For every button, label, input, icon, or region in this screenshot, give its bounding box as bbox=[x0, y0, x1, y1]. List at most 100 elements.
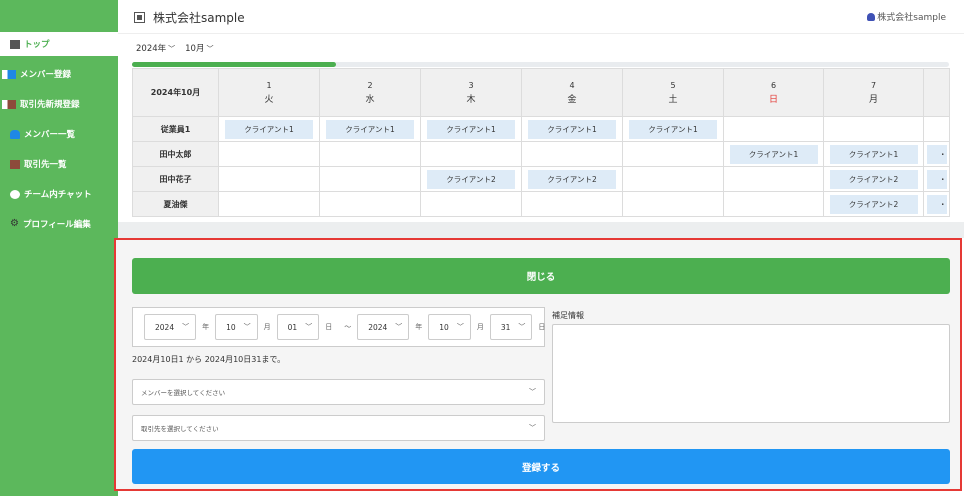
day-number: 2 bbox=[367, 80, 373, 90]
schedule-cell[interactable] bbox=[319, 191, 421, 217]
notes-textarea[interactable] bbox=[552, 324, 950, 423]
client-assignment[interactable]: クライアント1 bbox=[528, 119, 616, 139]
schedule-cell[interactable] bbox=[218, 141, 320, 167]
schedule-cell[interactable] bbox=[218, 191, 320, 217]
close-button[interactable]: 閉じる bbox=[132, 258, 950, 294]
chevron-down-icon: ﹀ bbox=[456, 323, 464, 331]
day-header: 5土 bbox=[622, 68, 724, 117]
client-assignment[interactable]: クライアント2 bbox=[427, 169, 515, 189]
client-select[interactable]: 取引先を選択してください ﹀ bbox=[132, 415, 545, 441]
to-month-select[interactable]: 10 ﹀ bbox=[428, 314, 471, 340]
sidebar-item-label: 取引先新規登録 bbox=[20, 100, 80, 110]
schedule-cell[interactable]: クライアント1 bbox=[823, 141, 924, 167]
sidebar-item-chat[interactable]: チーム内チャット bbox=[10, 182, 92, 206]
schedule-cell[interactable]: クライアント2 bbox=[521, 166, 623, 192]
client-assignment[interactable]: ・ bbox=[926, 169, 947, 189]
unit-month: 月 bbox=[476, 323, 484, 331]
users-icon bbox=[10, 129, 20, 139]
page-title: 株式会社sample bbox=[134, 9, 245, 26]
day-header: 4金 bbox=[521, 68, 623, 117]
chevron-down-icon: ﹀ bbox=[243, 323, 251, 331]
schedule-cell[interactable] bbox=[823, 116, 924, 142]
schedule-cell[interactable]: クライアント2 bbox=[823, 166, 924, 192]
sidebar-item-client-list[interactable]: 取引先一覧 bbox=[10, 152, 67, 176]
day-weekday: 火 bbox=[264, 94, 274, 105]
schedule-cell[interactable] bbox=[521, 191, 623, 217]
schedule-cell[interactable] bbox=[420, 141, 522, 167]
day-number: 4 bbox=[569, 80, 575, 90]
schedule-cell[interactable]: クライアント2 bbox=[420, 166, 522, 192]
content-band bbox=[118, 222, 964, 238]
chevron-down-icon: ﹀ bbox=[182, 323, 190, 331]
from-month-select[interactable]: 10 ﹀ bbox=[215, 314, 258, 340]
member-select-placeholder: メンバーを選択してください bbox=[141, 389, 226, 397]
sidebar-item-member-list[interactable]: メンバー一覧 bbox=[10, 122, 75, 146]
sidebar-item-client-register[interactable]: 取引先新規登録 bbox=[2, 92, 80, 116]
date-range-picker: 2024 ﹀ 年 10 ﹀ 月 01 ﹀ 日 〜 2024 ﹀ 年 10 ﹀ 月 31 ﹀ … bbox=[132, 307, 545, 347]
client-assignment[interactable]: ・ bbox=[926, 144, 947, 164]
client-assignment[interactable]: クライアント2 bbox=[528, 169, 616, 189]
header: 株式会社sample 株式会社sample bbox=[118, 0, 964, 34]
to-year-select[interactable]: 2024 ﹀ bbox=[357, 314, 410, 340]
progress-bar bbox=[132, 62, 949, 67]
client-assignment[interactable]: クライアント1 bbox=[829, 144, 918, 164]
building-icon bbox=[134, 12, 145, 23]
schedule-cell[interactable]: ・ bbox=[923, 191, 950, 217]
client-assignment[interactable]: ・ bbox=[926, 194, 947, 214]
client-assignment[interactable]: クライアント1 bbox=[326, 119, 414, 139]
schedule-cell[interactable] bbox=[723, 116, 824, 142]
schedule-cell[interactable] bbox=[622, 166, 724, 192]
submit-button[interactable]: 登録する bbox=[132, 449, 950, 484]
client-list-icon bbox=[10, 159, 20, 169]
user-menu[interactable]: 株式会社sample bbox=[867, 10, 946, 23]
unit-month: 月 bbox=[263, 323, 271, 331]
schedule-cell[interactable] bbox=[521, 141, 623, 167]
month-selector[interactable]: 10月 ﹀ bbox=[185, 42, 213, 54]
schedule-cell[interactable] bbox=[622, 191, 724, 217]
progress-fill bbox=[132, 62, 337, 67]
member-select[interactable]: メンバーを選択してください ﹀ bbox=[132, 379, 545, 405]
client-assignment[interactable]: クライアント1 bbox=[729, 144, 818, 164]
sidebar-item-label: チーム内チャット bbox=[24, 190, 92, 200]
schedule-cell[interactable]: クライアント1 bbox=[723, 141, 824, 167]
from-day-select[interactable]: 01 ﹀ bbox=[276, 314, 320, 340]
schedule-cell[interactable]: クライアント1 bbox=[622, 116, 724, 142]
day-header: 2水 bbox=[319, 68, 421, 117]
schedule-cell[interactable] bbox=[218, 166, 320, 192]
client-assignment[interactable]: クライアント1 bbox=[629, 119, 717, 139]
year-selector[interactable]: 2024年 ﹀ bbox=[136, 42, 175, 54]
schedule-cell[interactable]: クライアント1 bbox=[521, 116, 623, 142]
client-assignment[interactable]: クライアント2 bbox=[829, 194, 918, 214]
notes-label: 補足情報 bbox=[552, 311, 584, 320]
schedule-cell[interactable] bbox=[622, 141, 724, 167]
day-header: 3木 bbox=[420, 68, 522, 117]
day-header: 6日 bbox=[723, 68, 824, 117]
employee-name: 夏油傑 bbox=[132, 191, 219, 217]
schedule-cell[interactable] bbox=[723, 191, 824, 217]
schedule-cell[interactable] bbox=[420, 191, 522, 217]
client-assignment[interactable]: クライアント1 bbox=[225, 119, 313, 139]
client-assignment[interactable]: クライアント2 bbox=[829, 169, 918, 189]
sidebar-item-profile[interactable]: ⚙ プロフィール編集 bbox=[10, 212, 91, 236]
assignment-panel: 閉じる 2024 ﹀ 年 10 ﹀ 月 01 ﹀ 日 〜 2024 ﹀ 年 10 ﹀ 月 … bbox=[114, 238, 962, 491]
range-summary: 2024月10日1 から 2024月10日31まで。 bbox=[132, 355, 286, 364]
schedule-cell[interactable] bbox=[319, 166, 421, 192]
schedule-cell[interactable] bbox=[319, 141, 421, 167]
to-month-value: 10 bbox=[439, 322, 449, 332]
schedule-cell[interactable]: クライアント1 bbox=[319, 116, 421, 142]
schedule-cell[interactable]: クライアント2 bbox=[823, 191, 924, 217]
add-client-icon bbox=[2, 99, 16, 109]
sidebar-item-top[interactable]: トップ bbox=[0, 32, 118, 56]
from-year-select[interactable]: 2024 ﹀ bbox=[144, 314, 197, 340]
schedule-cell[interactable]: クライアント1 bbox=[218, 116, 320, 142]
unit-year: 年 bbox=[202, 323, 210, 331]
sidebar-item-member-register[interactable]: メンバー登録 bbox=[2, 62, 71, 86]
client-assignment[interactable]: クライアント1 bbox=[427, 119, 515, 139]
employee-name: 田中太郎 bbox=[132, 141, 219, 167]
schedule-cell[interactable]: ・ bbox=[923, 141, 950, 167]
schedule-cell[interactable] bbox=[723, 166, 824, 192]
schedule-cell[interactable] bbox=[923, 116, 950, 142]
schedule-cell[interactable]: ・ bbox=[923, 166, 950, 192]
to-day-select[interactable]: 31 ﹀ bbox=[489, 314, 533, 340]
schedule-cell[interactable]: クライアント1 bbox=[420, 116, 522, 142]
